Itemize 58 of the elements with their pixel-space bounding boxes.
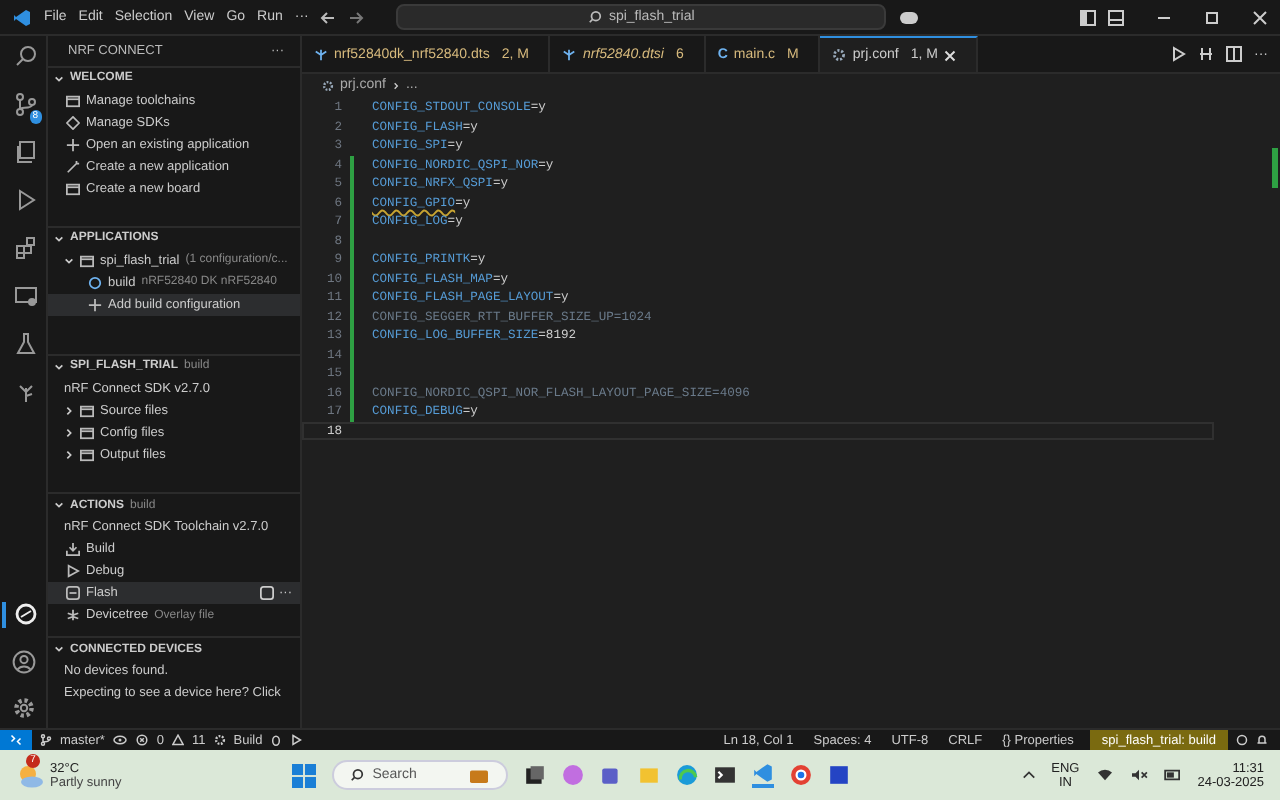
chevron-icon: [54, 73, 64, 84]
panel-icon[interactable]: [1108, 9, 1124, 25]
battery-icon[interactable]: [1163, 768, 1182, 782]
back-arrow-icon[interactable]: [320, 9, 337, 25]
terminal-app-icon[interactable]: [714, 764, 737, 786]
download-icon: [66, 542, 80, 557]
play-icon: [66, 564, 80, 579]
search-icon: [588, 10, 603, 24]
chip-icon: [66, 586, 80, 601]
account-icon[interactable]: [11, 650, 35, 674]
window-icon: [66, 93, 80, 108]
briefcase-icon: [468, 766, 491, 784]
chrome-app-icon[interactable]: [790, 764, 813, 786]
bell-icon[interactable]: [1256, 734, 1268, 746]
folder-icon: [80, 447, 94, 462]
circle-icon: [88, 275, 102, 290]
windows-start-icon[interactable]: [292, 763, 317, 787]
wifi-icon[interactable]: [1095, 768, 1114, 782]
window-icon: [80, 253, 94, 268]
diamond-icon: [66, 115, 80, 130]
gear-icon: [213, 734, 226, 746]
search-icon: [350, 768, 365, 782]
code-editor-app-icon[interactable]: [752, 762, 775, 788]
gear-icon: [322, 79, 334, 91]
warning-icon: [172, 734, 185, 746]
branch-icon: [40, 734, 52, 746]
weather-icon: [16, 763, 44, 787]
error-icon: [136, 734, 149, 746]
chevron-icon: [54, 361, 64, 372]
eye-icon[interactable]: [112, 734, 129, 746]
window-icon: [66, 181, 80, 196]
chevron-up-icon[interactable]: [1021, 768, 1036, 782]
play-icon[interactable]: [290, 734, 303, 746]
forward-arrow-icon[interactable]: [348, 9, 365, 25]
tree-icon: [314, 47, 328, 61]
split-editor-icon[interactable]: [1226, 46, 1242, 62]
app-logo-icon: [12, 7, 32, 27]
plus-icon: [66, 137, 80, 152]
settings-icon[interactable]: [11, 696, 35, 720]
close-icon[interactable]: [943, 49, 956, 61]
plus-icon: [88, 297, 102, 312]
folder-icon: [80, 425, 94, 440]
action-icon[interactable]: [259, 586, 273, 601]
muted-speaker-icon[interactable]: [1129, 768, 1148, 782]
chevron-icon: [54, 500, 64, 511]
maximize-icon[interactable]: [1204, 9, 1220, 25]
chevron-icon: [54, 644, 64, 655]
tree-icon: [562, 47, 577, 61]
task-view-icon[interactable]: [524, 764, 547, 786]
run-icon[interactable]: [1170, 46, 1186, 62]
remote-icon: [10, 734, 22, 746]
tree-icon: [66, 608, 80, 623]
close-icon[interactable]: [1252, 9, 1268, 25]
folder-icon: [80, 403, 94, 418]
wand-icon: [66, 159, 80, 174]
scrollbar-marker: [1272, 148, 1278, 188]
gear-icon: [832, 48, 847, 62]
layout-icon[interactable]: [1080, 9, 1096, 25]
